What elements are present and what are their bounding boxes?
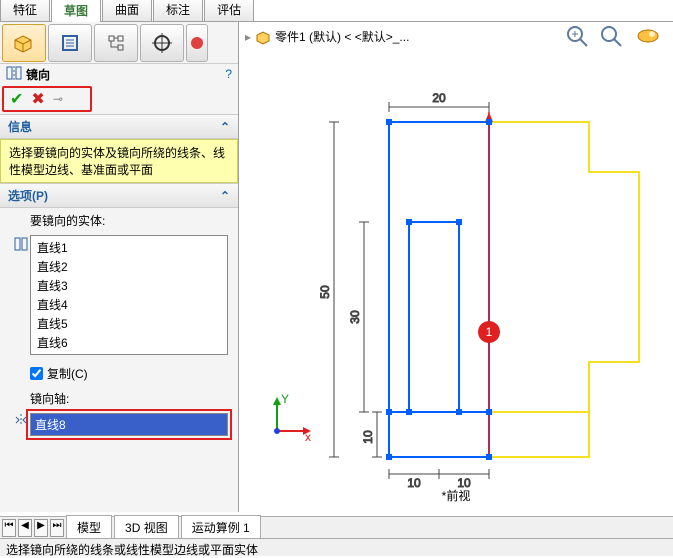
- tab-motion[interactable]: 运动算例 1: [181, 515, 261, 540]
- info-header-label: 信息: [8, 118, 32, 135]
- info-message: 选择要镜向的实体及镜向所绕的线条、线性模型边线、基准面或平面: [0, 139, 238, 183]
- bottom-tabs: ⏮ ◀ ▶ ⏭ 模型 3D 视图 运动算例 1: [0, 516, 673, 538]
- list-item[interactable]: 直线5: [33, 314, 225, 333]
- tab-model[interactable]: 模型: [66, 515, 112, 540]
- list-item[interactable]: 直线3: [33, 276, 225, 295]
- view-toolbar: [565, 24, 663, 48]
- target-btn[interactable]: [140, 24, 184, 62]
- tab-next[interactable]: ▶: [34, 519, 48, 537]
- tab-features[interactable]: 特征: [0, 0, 50, 21]
- list-item[interactable]: 直线1: [33, 238, 225, 257]
- help-icon[interactable]: ?: [225, 67, 232, 81]
- tab-3dview[interactable]: 3D 视图: [114, 515, 179, 540]
- dim-h10: 10: [361, 430, 375, 444]
- appearance-icon[interactable]: [633, 24, 663, 48]
- tab-first[interactable]: ⏮: [2, 519, 16, 537]
- tab-prev[interactable]: ◀: [18, 519, 32, 537]
- list-item[interactable]: 直线4: [33, 295, 225, 314]
- zoom-area-icon[interactable]: [599, 24, 623, 48]
- triad: Y x: [265, 393, 315, 446]
- axis-icon: [14, 413, 28, 430]
- status-bar: 选择镜向所绕的线条或线性模型边线或平面实体: [0, 538, 673, 556]
- panel-title: 镜向: [22, 66, 225, 83]
- dim-h50: 50: [318, 285, 332, 299]
- config-btn[interactable]: [48, 24, 92, 62]
- mirror-icon: [6, 66, 22, 83]
- info-header[interactable]: 信息 ⌃: [0, 114, 238, 139]
- pin-button[interactable]: ⊸: [53, 92, 63, 106]
- tree-btn[interactable]: [94, 24, 138, 62]
- list-item[interactable]: 直线7: [33, 352, 225, 355]
- expand-icon[interactable]: ▸: [245, 30, 251, 44]
- view-name: *前视: [442, 487, 471, 504]
- part-icon: [255, 29, 271, 45]
- tab-annotate[interactable]: 标注: [153, 0, 203, 21]
- callout-number: 1: [486, 325, 493, 339]
- panel-toolbar: [0, 22, 238, 64]
- ok-button[interactable]: ✔: [10, 89, 23, 109]
- more-btn[interactable]: [186, 24, 208, 62]
- ribbon-tabs: 特征 草图 曲面 标注 评估: [0, 0, 673, 22]
- feature-tree-btn[interactable]: [2, 24, 46, 62]
- copy-checkbox[interactable]: [30, 367, 43, 380]
- collapse-icon: ⌃: [220, 189, 230, 203]
- tab-evaluate[interactable]: 评估: [204, 0, 254, 21]
- axis-y: Y: [281, 393, 289, 406]
- list-item[interactable]: 直线2: [33, 257, 225, 276]
- entities-icon: [14, 237, 28, 254]
- dim-top: 20: [432, 91, 446, 105]
- property-panel: 镜向 ? ✔ ✖ ⊸ 信息 ⌃ 选择要镜向的实体及镜向所绕的线条、线性模型边线、…: [0, 22, 239, 512]
- tab-surface[interactable]: 曲面: [102, 0, 152, 21]
- axis-x: x: [305, 430, 311, 443]
- collapse-icon: ⌃: [220, 120, 230, 134]
- sketch-view: 1 20 50 30 10 10 1: [259, 62, 659, 492]
- breadcrumb-text: 零件1 (默认) < <默认>_...: [275, 28, 409, 45]
- zoom-fit-icon[interactable]: [565, 24, 589, 48]
- breadcrumb[interactable]: ▸ 零件1 (默认) < <默认>_...: [245, 28, 409, 45]
- options-header-label: 选项(P): [8, 187, 48, 204]
- axis-label: 镜向轴:: [0, 386, 238, 411]
- options-header[interactable]: 选项(P) ⌃: [0, 183, 238, 208]
- entities-listbox[interactable]: 直线1直线2直线3直线4直线5直线6直线7: [30, 235, 228, 355]
- confirm-row: ✔ ✖ ⊸: [2, 86, 92, 112]
- cancel-button[interactable]: ✖: [31, 89, 44, 109]
- tab-sketch[interactable]: 草图: [51, 0, 101, 22]
- tab-last[interactable]: ⏭: [50, 519, 64, 537]
- copy-label: 复制(C): [47, 365, 88, 382]
- dim-h30: 30: [348, 310, 362, 324]
- dim-w10a: 10: [407, 476, 421, 490]
- axis-input[interactable]: 直线8: [30, 413, 228, 436]
- graphics-area[interactable]: ▸ 零件1 (默认) < <默认>_... 1: [239, 22, 673, 512]
- entities-label: 要镜向的实体:: [0, 208, 238, 233]
- list-item[interactable]: 直线6: [33, 333, 225, 352]
